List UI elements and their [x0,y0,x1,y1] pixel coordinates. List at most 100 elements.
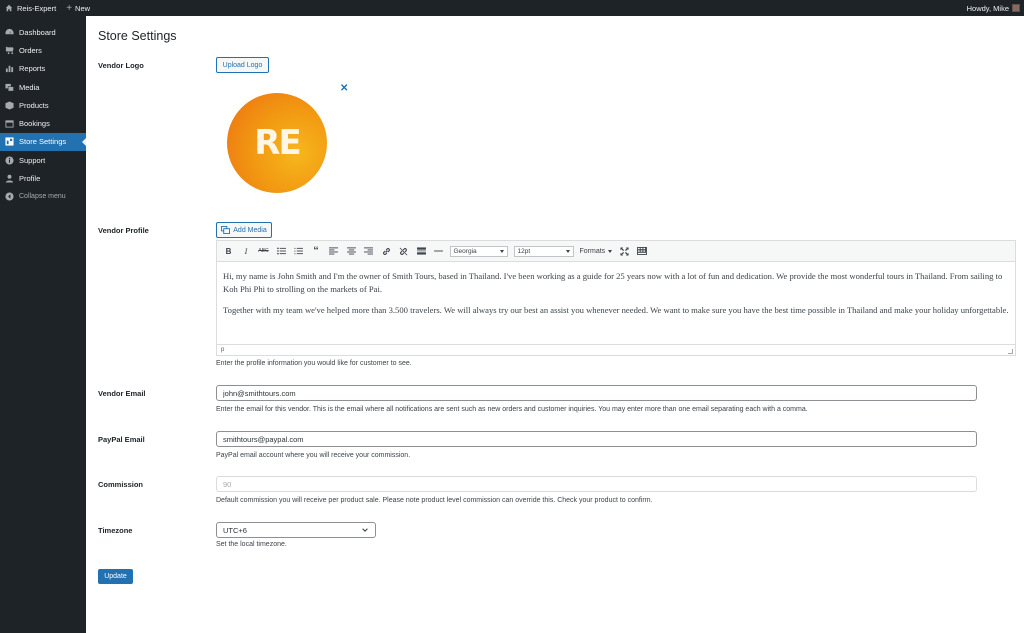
chevron-down-icon [362,528,368,532]
collapse-menu-label: Collapse menu [19,193,66,201]
fullscreen-icon[interactable] [618,245,631,258]
admin-bar: Reis-Expert + New Howdy, Mike [0,0,1024,16]
font-family-select[interactable]: Georgia [449,245,508,257]
vendor-email-input[interactable] [216,385,977,401]
timezone-description: Set the local timezone. [216,541,287,548]
formats-dropdown[interactable]: Formats [580,248,613,255]
numbered-list-icon[interactable] [292,245,305,258]
align-left-icon[interactable] [327,245,340,258]
sidebar-item-label: Support [19,155,46,165]
chevron-down-icon [499,249,504,253]
timezone-value: UTC+6 [223,525,247,535]
commission-input [216,476,977,492]
add-media-label: Add Media [233,226,267,234]
site-name-link[interactable]: Reis-Expert [0,0,61,16]
bold-icon[interactable]: B [222,245,235,258]
vendor-logo-image: RE [227,93,327,193]
profile-paragraph-2: Together with my team we've helped more … [223,305,1009,315]
sidebar-item-bookings[interactable]: Bookings [0,114,86,132]
new-label: New [75,3,91,13]
vendor-profile-label: Vendor Profile [98,226,149,235]
sidebar-item-products[interactable]: Products [0,96,86,114]
upload-logo-button[interactable]: Upload Logo [216,57,269,73]
horizontal-rule-icon[interactable] [432,245,445,258]
account-menu[interactable]: Howdy, Mike [962,0,1024,16]
remove-logo-icon[interactable]: ✕ [340,83,348,94]
link-icon[interactable] [380,245,393,258]
font-family-value: Georgia [453,247,477,255]
profile-paragraph-1: Hi, my name is John Smith and I'm the ow… [223,271,1003,294]
sidebar-item-label: Dashboard [19,27,56,37]
howdy-text: Howdy, Mike [966,3,1009,13]
chevron-down-icon [565,249,570,253]
chart-bar-icon [5,64,14,73]
update-button[interactable]: Update [98,569,133,584]
align-center-icon[interactable] [345,245,358,258]
read-more-icon[interactable] [415,245,428,258]
align-right-icon[interactable] [362,245,375,258]
bullet-list-icon[interactable] [275,245,288,258]
italic-icon[interactable]: I [240,245,253,258]
info-icon [5,156,14,165]
paypal-email-description: PayPal email account where you will rece… [216,452,411,459]
media-icon [5,83,14,92]
store-icon [5,137,14,146]
vendor-logo-label: Vendor Logo [98,61,144,70]
editor-toolbar: B I ABC “ Georgia 12pt Formats [217,241,1015,262]
sidebar-item-orders[interactable]: Orders [0,41,86,59]
toolbar-toggle-icon[interactable] [636,245,649,258]
page-title: Store Settings [98,29,177,43]
chevron-down-icon [608,249,613,253]
box-icon [5,101,14,110]
timezone-label: Timezone [98,526,133,535]
vendor-email-description: Enter the email for this vendor. This is… [216,406,808,413]
sidebar-item-label: Reports [19,64,46,74]
sidebar-item-label: Orders [19,45,42,55]
paypal-email-input[interactable] [216,431,977,447]
sidebar-item-label: Bookings [19,119,50,129]
timezone-select[interactable]: UTC+6 [216,522,376,538]
sidebar-item-dashboard[interactable]: Dashboard [0,23,86,41]
calendar-icon [5,119,14,128]
vendor-email-label: Vendor Email [98,389,146,398]
user-icon [5,174,14,183]
home-icon [5,4,13,12]
add-media-button[interactable]: Add Media [216,222,272,238]
font-size-value: 12pt [517,247,531,255]
new-content-link[interactable]: + New [61,0,95,16]
strikethrough-icon[interactable]: ABC [257,245,270,258]
main-content: Store Settings Vendor Logo Upload Logo ✕… [86,16,1024,633]
sidebar-item-media[interactable]: Media [0,78,86,96]
unlink-icon[interactable] [397,245,410,258]
collapse-icon [5,192,14,201]
collapse-menu-button[interactable]: Collapse menu [0,188,86,206]
sidebar-item-profile[interactable]: Profile [0,169,86,187]
sidebar-item-label: Store Settings [19,137,67,147]
avatar [1012,4,1020,12]
add-media-icon [221,226,231,234]
element-path[interactable]: p [221,347,224,353]
dashboard-icon [5,28,14,37]
resize-handle-icon[interactable] [1008,349,1013,354]
blockquote-icon[interactable]: “ [310,245,323,258]
vendor-profile-description: Enter the profile information you would … [216,360,412,367]
plus-icon: + [66,2,73,14]
profile-editor: B I ABC “ Georgia 12pt Formats Hi, my na… [216,240,1016,356]
sidebar-item-reports[interactable]: Reports [0,60,86,78]
font-size-select[interactable]: 12pt [513,245,574,257]
sidebar-item-label: Profile [19,174,41,184]
sidebar-item-label: Products [19,100,49,110]
sidebar-item-label: Media [19,82,40,92]
commission-label: Commission [98,480,144,489]
sidebar-item-support[interactable]: Support [0,151,86,169]
logo-text: RE [254,123,301,163]
editor-statusbar: p [217,344,1015,355]
site-name: Reis-Expert [17,3,57,13]
cart-icon [5,46,14,55]
editor-content-area[interactable]: Hi, my name is John Smith and I'm the ow… [217,262,1015,317]
commission-description: Default commission you will receive per … [216,497,653,504]
sidebar-item-store-settings[interactable]: Store Settings [0,132,86,152]
admin-sidebar: Dashboard Orders Reports Media Products … [0,16,86,633]
paypal-email-label: PayPal Email [98,435,145,444]
formats-label: Formats [579,247,606,255]
